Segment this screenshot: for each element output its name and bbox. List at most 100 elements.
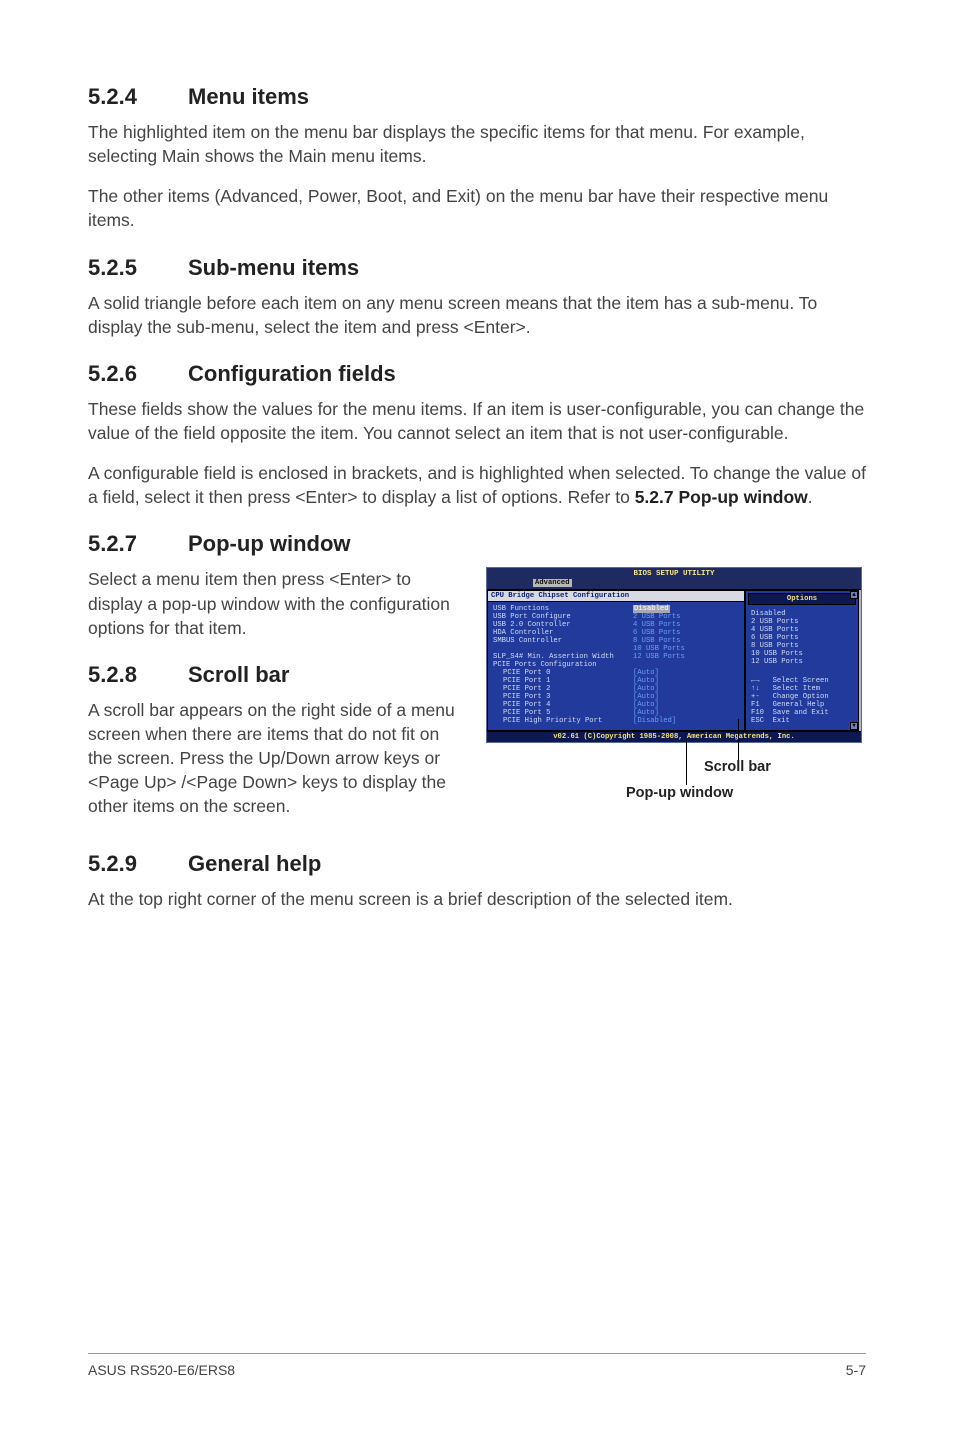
bios-title: BIOS SETUP UTILITY (487, 568, 861, 578)
paragraph: At the top right corner of the menu scre… (88, 887, 866, 911)
bios-window: BIOS SETUP UTILITY Advanced CPU Bridge C… (486, 567, 862, 743)
bios-setting-row[interactable]: PCIE Port 2[Auto] (493, 685, 739, 693)
bios-setting-row[interactable]: USB Port Configure2 USB Ports (493, 613, 739, 621)
bios-setting-label: PCIE Port 2 (493, 685, 633, 693)
bios-setting-row[interactable]: PCIE Port 0[Auto] (493, 669, 739, 677)
bios-help-row: +- Change Option (751, 693, 853, 701)
bios-setting-value: [Auto] (633, 685, 659, 693)
bios-setting-row[interactable]: PCIE Port 1[Auto] (493, 677, 739, 685)
bios-setting-label: SLP_S4# Min. Assertion Width (493, 653, 633, 661)
bios-setting-value: [Auto] (633, 709, 659, 717)
heading-number: 5.2.4 (88, 84, 188, 110)
bios-tab-bar: Advanced (487, 578, 861, 589)
bios-setting-value: [Auto] (633, 701, 659, 709)
right-column: BIOS SETUP UTILITY Advanced CPU Bridge C… (486, 567, 866, 828)
bios-panel-title: CPU Bridge Chipset Configuration (488, 591, 744, 602)
heading-5-2-7: 5.2.7 Pop-up window (88, 531, 866, 557)
callout-scrollbar: Scroll bar (704, 759, 771, 775)
bios-setting-row[interactable]: PCIE Ports Configuration (493, 661, 739, 669)
bios-option-item[interactable]: 10 USB Ports (751, 650, 853, 658)
bios-option-item[interactable]: 6 USB Ports (751, 634, 853, 642)
footer-right: 5-7 (846, 1362, 866, 1378)
bios-body: CPU Bridge Chipset Configuration USB Fun… (487, 589, 861, 731)
bios-setting-row[interactable]: HDA Controller6 USB Ports (493, 629, 739, 637)
paragraph: A configurable field is enclosed in brac… (88, 461, 866, 509)
bios-help-row: F1 General Help (751, 701, 853, 709)
bios-left-panel: CPU Bridge Chipset Configuration USB Fun… (487, 590, 745, 731)
scroll-up-icon[interactable]: ▲ (850, 591, 858, 599)
two-column-layout: Select a menu item then press <Enter> to… (88, 567, 866, 828)
heading-number: 5.2.7 (88, 531, 188, 557)
callout-popup: Pop-up window (626, 785, 733, 801)
bios-setting-row[interactable]: PCIE High Priority Port[Disabled] (493, 717, 739, 725)
bios-setting-label (493, 645, 633, 653)
bios-option-item[interactable]: 4 USB Ports (751, 626, 853, 634)
scroll-down-icon[interactable]: ▼ (850, 722, 858, 730)
bios-setting-label: PCIE Port 5 (493, 709, 633, 717)
callout-labels: Scroll bar Pop-up window (486, 743, 862, 807)
bios-setting-label: SMBUS Controller (493, 637, 633, 645)
footer-left: ASUS RS520-E6/ERS8 (88, 1362, 235, 1378)
bios-help-panel: ←→ Select Screen↑↓ Select Item+- Change … (746, 675, 858, 729)
bios-tab-advanced[interactable]: Advanced (533, 579, 572, 587)
left-column: Select a menu item then press <Enter> to… (88, 567, 466, 828)
bios-setting-label: USB Port Configure (493, 613, 633, 621)
bios-options-list: Disabled2 USB Ports4 USB Ports6 USB Port… (746, 607, 858, 669)
page-content: 5.2.4 Menu items The highlighted item on… (88, 84, 866, 1353)
bios-footer: v02.61 (C)Copyright 1985-2008, American … (487, 731, 861, 742)
bios-setting-row[interactable]: SMBUS Controller8 USB Ports (493, 637, 739, 645)
bios-option-item[interactable]: Disabled (751, 610, 853, 618)
bios-setting-value: 4 USB Ports (633, 621, 680, 629)
bios-setting-value: Disabled (633, 605, 670, 613)
bios-setting-value: [Auto] (633, 669, 659, 677)
heading-number: 5.2.5 (88, 255, 188, 281)
bios-option-item[interactable]: 2 USB Ports (751, 618, 853, 626)
bios-setting-label: PCIE Port 0 (493, 669, 633, 677)
bios-setting-row[interactable]: SLP_S4# Min. Assertion Width12 USB Ports (493, 653, 739, 661)
bios-setting-label: PCIE Port 3 (493, 693, 633, 701)
callout-line (738, 719, 739, 761)
paragraph: The highlighted item on the menu bar dis… (88, 120, 866, 168)
bios-setting-row[interactable]: PCIE Port 3[Auto] (493, 693, 739, 701)
heading-title: Configuration fields (188, 361, 396, 387)
heading-5-2-5: 5.2.5 Sub-menu items (88, 255, 866, 281)
bios-settings-list: USB FunctionsDisabledUSB Port Configure2… (488, 602, 744, 730)
bios-setting-value: 10 USB Ports (633, 645, 685, 653)
heading-title: Menu items (188, 84, 309, 110)
paragraph: Select a menu item then press <Enter> to… (88, 567, 466, 639)
page: 5.2.4 Menu items The highlighted item on… (0, 0, 954, 1438)
bios-setting-value: 12 USB Ports (633, 653, 685, 661)
heading-title: General help (188, 851, 321, 877)
bios-help-row: ←→ Select Screen (751, 677, 853, 685)
heading-5-2-4: 5.2.4 Menu items (88, 84, 866, 110)
page-footer: ASUS RS520-E6/ERS8 5-7 (88, 1353, 866, 1378)
bios-setting-value: 8 USB Ports (633, 637, 680, 645)
paragraph-text: . (808, 487, 813, 507)
paragraph: The other items (Advanced, Power, Boot, … (88, 184, 866, 232)
bios-setting-row[interactable]: PCIE Port 5[Auto] (493, 709, 739, 717)
bios-help-row: F10 Save and Exit (751, 709, 853, 717)
heading-number: 5.2.6 (88, 361, 188, 387)
bios-setting-row[interactable]: USB 2.0 Controller4 USB Ports (493, 621, 739, 629)
bios-help-row: ↑↓ Select Item (751, 685, 853, 693)
bios-option-item[interactable]: 12 USB Ports (751, 658, 853, 666)
heading-number: 5.2.9 (88, 851, 188, 877)
bios-screenshot: BIOS SETUP UTILITY Advanced CPU Bridge C… (486, 567, 862, 807)
bios-setting-value: [Disabled] (633, 717, 676, 725)
bios-setting-row[interactable]: USB FunctionsDisabled (493, 605, 739, 613)
bios-setting-row[interactable]: PCIE Port 4[Auto] (493, 701, 739, 709)
heading-5-2-8: 5.2.8 Scroll bar (88, 662, 466, 688)
bios-setting-value: [Auto] (633, 677, 659, 685)
bios-setting-label: PCIE Port 4 (493, 701, 633, 709)
bios-setting-value: 2 USB Ports (633, 613, 680, 621)
heading-title: Scroll bar (188, 662, 289, 688)
bios-setting-label: USB Functions (493, 605, 633, 613)
bios-setting-row[interactable]: 10 USB Ports (493, 645, 739, 653)
heading-5-2-9: 5.2.9 General help (88, 851, 866, 877)
bios-help-row: ESC Exit (751, 717, 853, 725)
bios-setting-label: PCIE Port 1 (493, 677, 633, 685)
bios-option-item[interactable]: 8 USB Ports (751, 642, 853, 650)
heading-5-2-6: 5.2.6 Configuration fields (88, 361, 866, 387)
bios-setting-value: 6 USB Ports (633, 629, 680, 637)
callout-line (686, 739, 687, 785)
